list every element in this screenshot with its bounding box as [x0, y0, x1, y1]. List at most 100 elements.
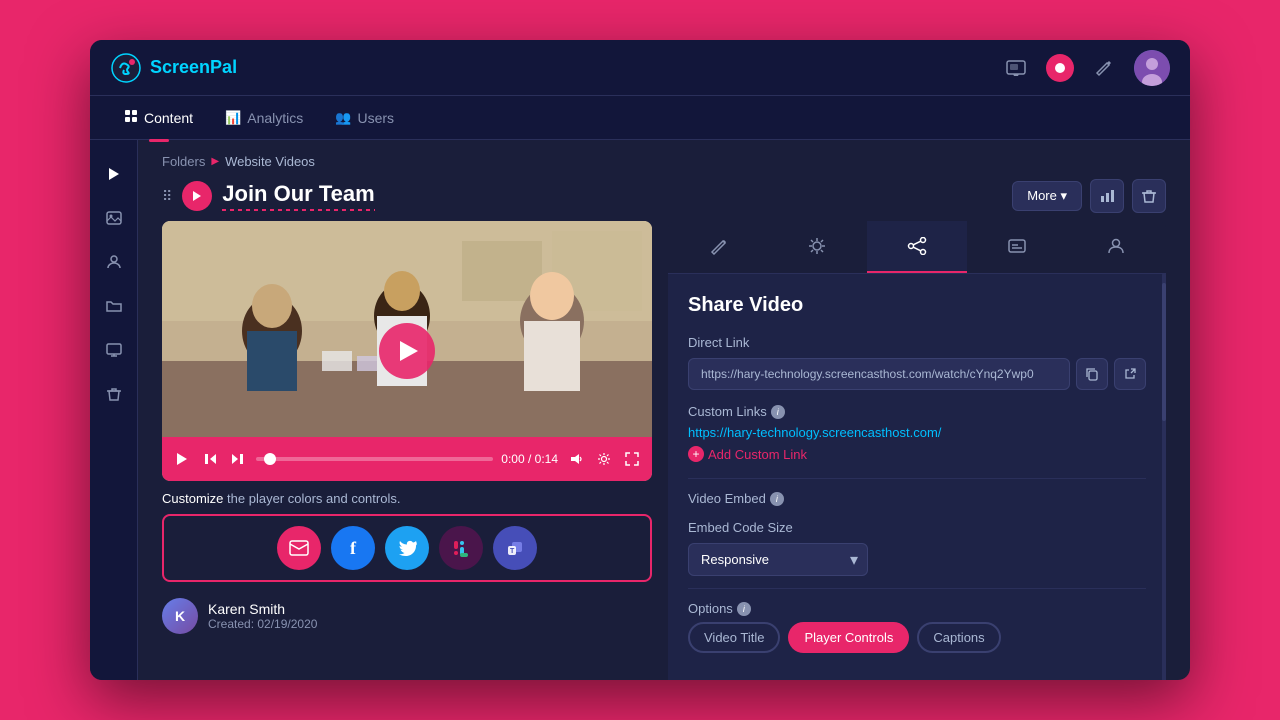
- sidebar-item-play[interactable]: [96, 156, 132, 192]
- tab-effects[interactable]: [768, 221, 868, 273]
- logo: ScreenPal: [110, 52, 237, 84]
- breadcrumb-current: Website Videos: [225, 154, 315, 169]
- two-panel: 0:00 / 0:14: [138, 221, 1190, 680]
- nav-users-label: Users: [357, 110, 394, 126]
- sidebar-item-folder[interactable]: [96, 288, 132, 324]
- copy-link-button[interactable]: [1076, 358, 1108, 390]
- video-panel: 0:00 / 0:14: [162, 221, 652, 680]
- volume-button[interactable]: [566, 452, 586, 466]
- divider-1: [688, 478, 1146, 479]
- main-layout: Folders ▶ Website Videos ⠿ Jo: [90, 140, 1190, 680]
- breadcrumb-folders[interactable]: Folders: [162, 154, 205, 169]
- custom-links-info-icon: i: [771, 405, 785, 419]
- fullscreen-button[interactable]: [622, 452, 642, 466]
- edit-icon[interactable]: [1090, 54, 1118, 82]
- add-custom-link-button[interactable]: + Add Custom Link: [688, 446, 1146, 462]
- svg-text:T: T: [510, 548, 515, 555]
- nav-content-label: Content: [144, 110, 193, 126]
- embed-size-select[interactable]: Responsive 640x480 1280x720 Custom: [688, 543, 868, 576]
- created-date: Created: 02/19/2020: [208, 617, 317, 631]
- video-play-button[interactable]: [379, 323, 435, 379]
- share-video-title: Share Video: [688, 294, 1146, 317]
- share-content: Share Video Direct Link https://hary-tec…: [668, 274, 1166, 680]
- progress-dot: [264, 453, 276, 465]
- more-button[interactable]: More ▾: [1012, 181, 1082, 211]
- tab-share[interactable]: [867, 221, 967, 273]
- settings-button[interactable]: [594, 452, 614, 466]
- app-window: ScreenPal: [90, 40, 1190, 680]
- option-captions[interactable]: Captions: [917, 622, 1000, 653]
- share-slack-button[interactable]: [439, 526, 483, 570]
- breadcrumb: Folders ▶ Website Videos: [162, 154, 1166, 169]
- sidebar-item-screen[interactable]: [96, 332, 132, 368]
- direct-link-input[interactable]: https://hary-technology.screencasthost.c…: [688, 358, 1070, 390]
- tab-captions[interactable]: [967, 221, 1067, 273]
- nav-item-content[interactable]: Content: [110, 101, 207, 134]
- rewind-button[interactable]: [200, 452, 220, 466]
- chart-button[interactable]: [1090, 179, 1124, 213]
- open-link-button[interactable]: [1114, 358, 1146, 390]
- direct-link-row: https://hary-technology.screencasthost.c…: [688, 358, 1146, 390]
- scroll-indicator: [1162, 273, 1166, 680]
- nav-analytics-label: Analytics: [247, 110, 303, 126]
- video-embed-section: Video Embed i: [688, 491, 1146, 506]
- scroll-thumb[interactable]: [1162, 283, 1166, 421]
- delete-button[interactable]: [1132, 179, 1166, 213]
- player-bar: 0:00 / 0:14: [162, 437, 652, 481]
- video-embed-label: Video Embed i: [688, 491, 1146, 506]
- embed-size-select-wrapper: Responsive 640x480 1280x720 Custom: [688, 543, 868, 576]
- record-icon[interactable]: [1046, 54, 1074, 82]
- left-sidebar: [90, 140, 138, 680]
- top-right-icons: [1002, 50, 1170, 86]
- video-container: 0:00 / 0:14: [162, 221, 652, 481]
- title-actions: More ▾: [1012, 179, 1166, 213]
- share-links-box: f: [162, 514, 652, 582]
- breadcrumb-separator: ▶: [211, 156, 219, 167]
- screen-capture-icon[interactable]: [1002, 54, 1030, 82]
- video-meta: K Karen Smith Created: 02/19/2020: [162, 592, 652, 634]
- logo-icon: [110, 52, 142, 84]
- share-facebook-button[interactable]: f: [331, 526, 375, 570]
- tab-person[interactable]: [1066, 221, 1166, 273]
- progress-bar[interactable]: [256, 457, 493, 461]
- time-display: 0:00 / 0:14: [501, 452, 558, 466]
- page-title: Join Our Team: [222, 181, 374, 207]
- options-label: Options i: [688, 601, 1146, 616]
- plus-icon: +: [688, 446, 704, 462]
- option-video-title[interactable]: Video Title: [688, 622, 780, 653]
- share-email-button[interactable]: [277, 526, 321, 570]
- creator-avatar: K: [162, 598, 198, 634]
- nav-bar: Content 📊 Analytics 👥 Users: [90, 96, 1190, 140]
- page-header: Folders ▶ Website Videos ⠿ Jo: [138, 140, 1190, 221]
- panel-tabs: [668, 221, 1166, 274]
- creator-name: Karen Smith: [208, 601, 317, 617]
- embed-size-label: Embed Code Size: [688, 520, 1146, 535]
- forward-button[interactable]: [228, 452, 248, 466]
- nav-item-analytics[interactable]: 📊 Analytics: [211, 102, 317, 134]
- custom-links-label: Custom Links i: [688, 404, 1146, 419]
- user-avatar[interactable]: [1134, 50, 1170, 86]
- customize-text: Customize the player colors and controls…: [162, 491, 652, 506]
- users-nav-icon: 👥: [335, 110, 351, 126]
- video-customize-area: Customize the player colors and controls…: [162, 491, 652, 582]
- title-left: ⠿ Join Our Team: [162, 181, 375, 211]
- nav-item-users[interactable]: 👥 Users: [321, 102, 408, 134]
- sidebar-item-user[interactable]: [96, 244, 132, 280]
- share-twitter-button[interactable]: [385, 526, 429, 570]
- content-area: Folders ▶ Website Videos ⠿ Jo: [138, 140, 1190, 680]
- options-info-icon: i: [737, 602, 751, 616]
- custom-link-url: https://hary-technology.screencasthost.c…: [688, 425, 1146, 440]
- video-embed-info-icon: i: [770, 492, 784, 506]
- top-bar: ScreenPal: [90, 40, 1190, 96]
- divider-2: [688, 588, 1146, 589]
- drag-handle-icon[interactable]: ⠿: [162, 188, 172, 205]
- title-underline: [222, 209, 374, 211]
- option-player-controls[interactable]: Player Controls: [788, 622, 909, 653]
- sidebar-item-trash[interactable]: [96, 376, 132, 412]
- tab-edit[interactable]: [668, 221, 768, 273]
- meta-info: Karen Smith Created: 02/19/2020: [208, 601, 317, 631]
- title-row: ⠿ Join Our Team More ▾: [162, 179, 1166, 213]
- play-control-button[interactable]: [172, 452, 192, 466]
- share-teams-button[interactable]: T: [493, 526, 537, 570]
- sidebar-item-image[interactable]: [96, 200, 132, 236]
